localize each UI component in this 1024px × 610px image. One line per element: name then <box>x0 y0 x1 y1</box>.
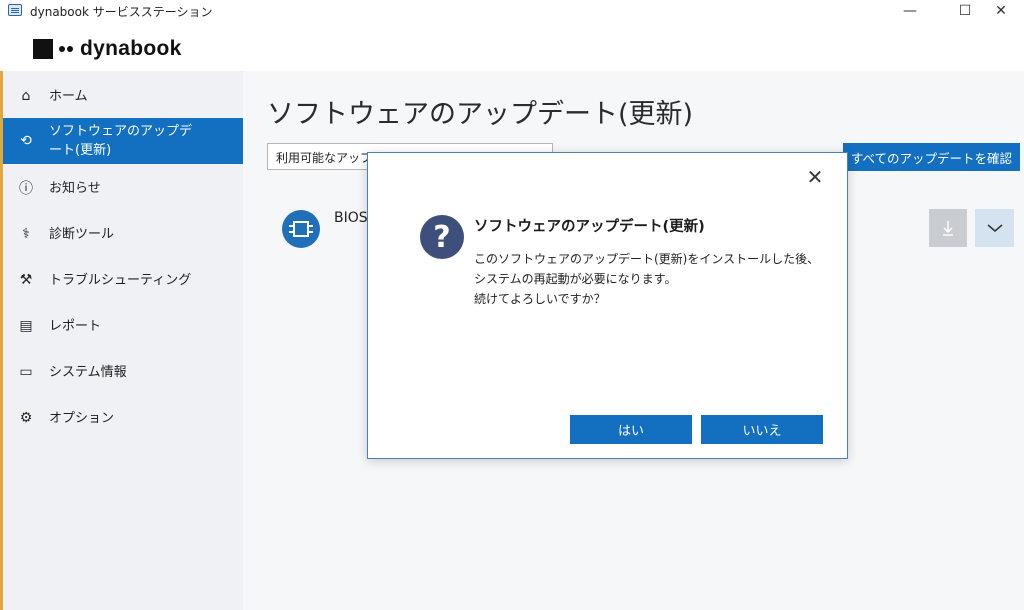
sidebar-item-troubleshooting[interactable]: ⚒ トラブルシューティング <box>3 268 243 292</box>
sidebar-item-system-info[interactable]: ▭ システム情報 <box>3 360 243 384</box>
sidebar-item-software-update[interactable]: ⟲ ソフトウェアのアップデート(更新) <box>3 118 243 164</box>
minimize-button[interactable]: — <box>887 0 933 22</box>
download-button[interactable] <box>929 209 967 247</box>
logo-text: dynabook <box>80 37 182 60</box>
wrench-icon: ⚒ <box>19 272 33 288</box>
sidebar-item-report[interactable]: ▤ レポート <box>3 314 243 338</box>
gear-icon: ⚙ <box>19 410 33 426</box>
dialog-message: このソフトウェアのアップデート(更新)をインストールした後、 システムの再起動が… <box>474 249 819 309</box>
download-icon <box>943 221 953 236</box>
question-icon: ? <box>420 215 464 259</box>
sidebar-item-label: お知らせ <box>49 180 101 196</box>
dialog-message-line: システムの再起動が必要になります。 <box>474 272 677 286</box>
dynabook-logo: dynabook <box>33 37 182 61</box>
dialog-message-line: 続けてよろしいですか？ <box>474 292 606 306</box>
app-icon <box>8 4 22 16</box>
logo-dot-icon <box>67 46 73 52</box>
logo-mark-icon <box>33 39 65 59</box>
sidebar-item-label: レポート <box>49 318 102 334</box>
page-title: ソフトウェアのアップデート(更新) <box>267 99 694 130</box>
stethoscope-icon: ⚕ <box>22 226 30 242</box>
update-item-name: BIOS <box>334 210 368 226</box>
home-icon: ⌂ <box>21 88 31 104</box>
sidebar-item-label: ホーム <box>49 88 88 104</box>
sidebar-item-label: 診断ツール <box>49 226 115 242</box>
dialog-title: ソフトウェアのアップデート(更新) <box>474 219 705 235</box>
expand-button[interactable] <box>975 209 1014 247</box>
window-titlebar: dynabook サービスステーション — ☐ ✕ <box>0 0 1024 22</box>
sidebar-item-options[interactable]: ⚙ オプション <box>3 406 243 430</box>
info-icon: ⓘ <box>19 181 33 197</box>
chip-icon <box>282 210 320 248</box>
dialog-close-button[interactable]: ✕ <box>805 165 825 189</box>
confirm-dialog: ✕ ? ソフトウェアのアップデート(更新) このソフトウェアのアップデート(更新… <box>367 152 848 459</box>
check-all-updates-button[interactable]: すべてのアップデートを確認 <box>843 143 1020 171</box>
sidebar-item-label: システム情報 <box>49 364 127 380</box>
sidebar-item-label: トラブルシューティング <box>49 272 192 288</box>
yes-button[interactable]: はい <box>570 415 692 444</box>
laptop-icon: ▭ <box>19 364 33 380</box>
clipboard-icon: ▤ <box>19 318 33 334</box>
sidebar-item-notices[interactable]: ⓘ お知らせ <box>3 176 243 200</box>
chevron-down-icon <box>987 224 1002 232</box>
sidebar-item-label: ソフトウェアのアップデート(更新) <box>49 124 193 158</box>
no-button[interactable]: いいえ <box>701 415 823 444</box>
sidebar-item-home[interactable]: ⌂ ホーム <box>3 84 243 108</box>
dialog-message-line: このソフトウェアのアップデート(更新)をインストールした後、 <box>474 252 820 266</box>
refresh-icon: ⟲ <box>20 133 32 149</box>
close-button[interactable]: ✕ <box>978 0 1024 22</box>
window-title: dynabook サービスステーション <box>30 5 213 19</box>
sidebar-item-label: オプション <box>49 410 115 426</box>
sidebar-item-diagnostics[interactable]: ⚕ 診断ツール <box>3 222 243 246</box>
